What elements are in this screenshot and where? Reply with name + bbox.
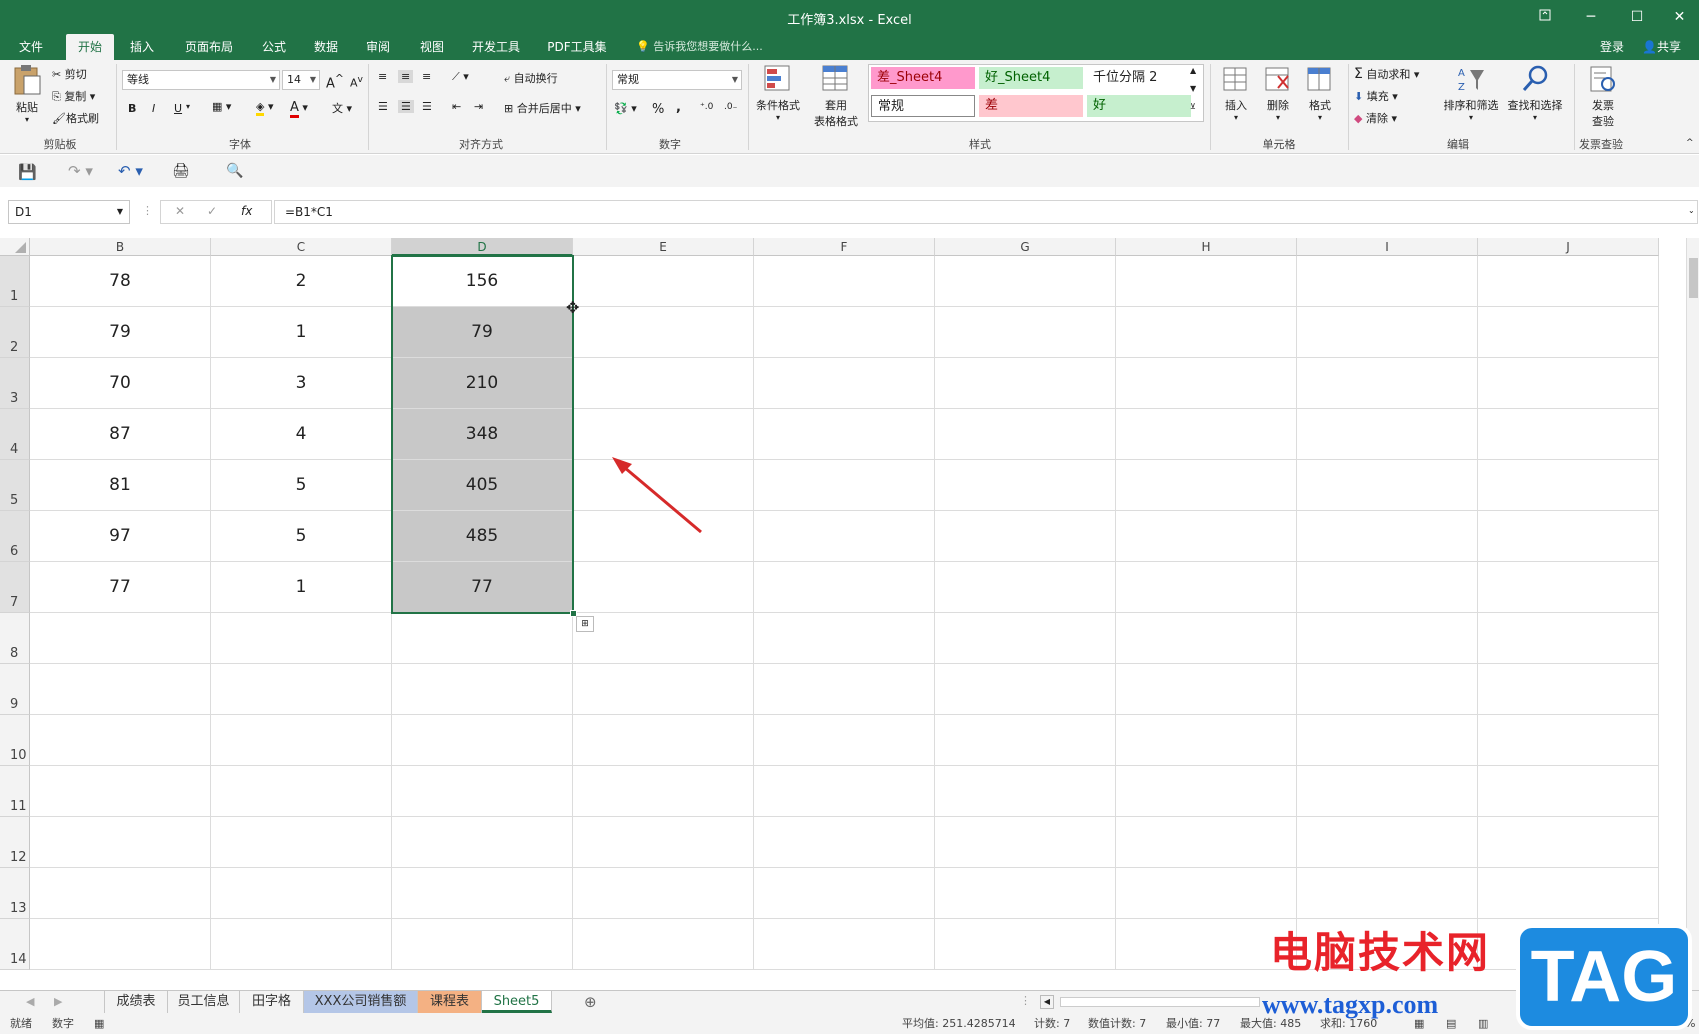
annotation-overlay [612,457,702,534]
sheet-tab-schedule[interactable]: 课程表 [418,991,482,1013]
horizontal-scrollbar[interactable] [1060,997,1260,1007]
status-ready: 就绪 [10,1017,32,1030]
status-average: 平均值: 251.4285714 [902,1017,1016,1030]
status-mode: 数字 [52,1017,74,1030]
macro-record-icon[interactable]: ▦ [94,1014,104,1034]
sheet-tab-employees[interactable]: 员工信息 [168,991,240,1013]
watermark-url: www.tagxp.com [1262,990,1439,1019]
excel-window: 工作簿3.xlsx - Excel ─ ☐ ✕ 文件 开始 插入 页面布局 公式… [0,0,1699,1034]
watermark-text-box: 电脑技术网 [1270,930,1498,986]
scroll-left-icon[interactable]: ◀ [1040,995,1054,1009]
tag-logo-text: TAG [1530,937,1678,1017]
watermark-url-box: www.tagxp.com [1262,990,1512,1022]
split-handle-icon[interactable]: ⋮ [1020,994,1031,1007]
sheet-tab-sheet5[interactable]: Sheet5 [482,991,552,1013]
sheet-tab-sales[interactable]: XXX公司销售额 [304,991,418,1013]
status-min: 最小值: 77 [1166,1017,1221,1030]
tag-logo: TAG [1516,924,1692,1030]
status-count: 计数: 7 [1034,1017,1071,1030]
next-sheet-icon[interactable]: ▶ [54,995,62,1008]
status-numeric-count: 数值计数: 7 [1088,1017,1147,1030]
sheet-tab-grades[interactable]: 成绩表 [104,991,168,1013]
red-arrow-line [617,460,702,534]
move-cursor-icon: ✥ [566,298,580,317]
sheet-tab-grid-paper[interactable]: 田字格 [240,991,304,1013]
watermark-text: 电脑技术网 [1270,928,1491,977]
quick-analysis-icon[interactable]: ⊞ [576,616,594,632]
prev-sheet-icon[interactable]: ◀ [26,995,34,1008]
scroll-thumb[interactable] [1689,258,1698,298]
vertical-scrollbar[interactable] [1686,238,1699,990]
add-sheet-icon[interactable]: ⊕ [584,993,597,1011]
